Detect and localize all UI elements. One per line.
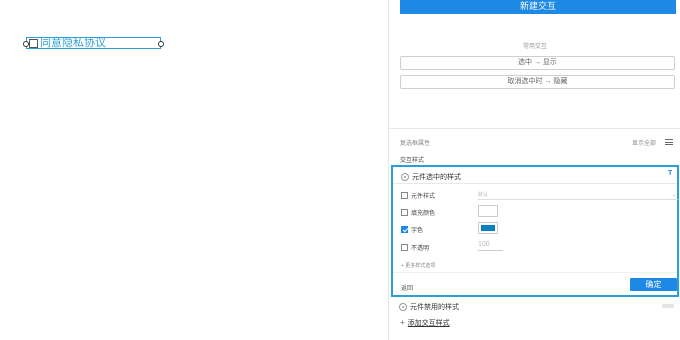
menu-icon[interactable]: [665, 139, 673, 145]
opacity-label: 不透明: [411, 245, 430, 252]
action-unselect-hide[interactable]: 取消选中时 → 隐藏: [400, 75, 675, 89]
fill-color-label: 填充颜色: [411, 210, 436, 217]
checkbox-props-label: 复选框属性: [400, 141, 431, 147]
new-interaction-button[interactable]: 新建交互: [400, 0, 676, 14]
design-canvas[interactable]: 同意隐私协议: [0, 0, 388, 340]
disabled-style-title: 元件禁用的样式: [410, 304, 459, 311]
show-all-link[interactable]: 显示全部: [632, 138, 656, 147]
chevron-down-icon: ⌄: [671, 192, 676, 198]
more-style-options-link[interactable]: + 更多样式选项: [401, 262, 435, 269]
add-style-link[interactable]: + 添加交互样式: [400, 318, 450, 328]
disabled-style-row[interactable]: 元件禁用的样式: [399, 302, 459, 312]
selected-style-header[interactable]: 元件选中的样式: [401, 172, 461, 182]
common-interactions-label: 常用交互: [522, 44, 547, 50]
divider: [393, 183, 677, 184]
fill-color-row[interactable]: 填充颜色: [401, 207, 435, 217]
fill-color-swatch[interactable]: [478, 205, 498, 217]
selected-style-editor: 元件选中的样式 T 元件样式 默认 ⌄ 填充颜色 字色 不透明 100 + 更多…: [391, 165, 679, 297]
widget-label: 同意隐私协议: [40, 36, 106, 49]
opacity-checkbox[interactable]: [401, 243, 408, 251]
opacity-input[interactable]: 100: [478, 241, 503, 251]
interaction-styles-label: 交互样式: [400, 158, 425, 164]
fill-color-checkbox[interactable]: [401, 208, 408, 216]
resize-handle-right[interactable]: [158, 41, 164, 47]
widget-style-row[interactable]: 元件样式: [401, 190, 435, 200]
divider: [389, 128, 680, 129]
font-color-swatch[interactable]: [478, 222, 498, 234]
font-color-label: 字色: [411, 227, 424, 234]
resize-handle-left[interactable]: [23, 41, 29, 47]
ok-button[interactable]: 确定: [630, 278, 677, 291]
action-select-show[interactable]: 选中 → 显示: [400, 56, 675, 70]
disabled-style-toggle[interactable]: [662, 304, 674, 308]
font-color-checkbox[interactable]: [401, 225, 408, 233]
widget-style-placeholder: 默认: [478, 192, 489, 198]
plus-icon: +: [400, 318, 405, 327]
widget-style-checkbox[interactable]: [401, 191, 408, 199]
font-color-row[interactable]: 字色: [401, 224, 423, 234]
opacity-row[interactable]: 不透明: [401, 242, 429, 252]
widget-style-select[interactable]: 默认 ⌄: [478, 191, 678, 200]
widget-style-label: 元件样式: [411, 193, 436, 200]
text-style-icon[interactable]: T: [668, 170, 672, 177]
back-link[interactable]: 返回: [401, 283, 413, 292]
interaction-panel: 新建交互 常用交互 选中 → 显示 取消选中时 → 隐藏 复选框属性 显示全部 …: [388, 0, 680, 340]
add-style-label: 添加交互样式: [407, 320, 450, 327]
selected-style-title: 元件选中的样式: [412, 174, 461, 181]
divider: [393, 272, 677, 273]
target-icon: [399, 303, 407, 311]
target-icon: [401, 173, 409, 181]
checkbox-icon: [29, 38, 38, 48]
checkbox-widget[interactable]: 同意隐私协议: [23, 36, 164, 49]
